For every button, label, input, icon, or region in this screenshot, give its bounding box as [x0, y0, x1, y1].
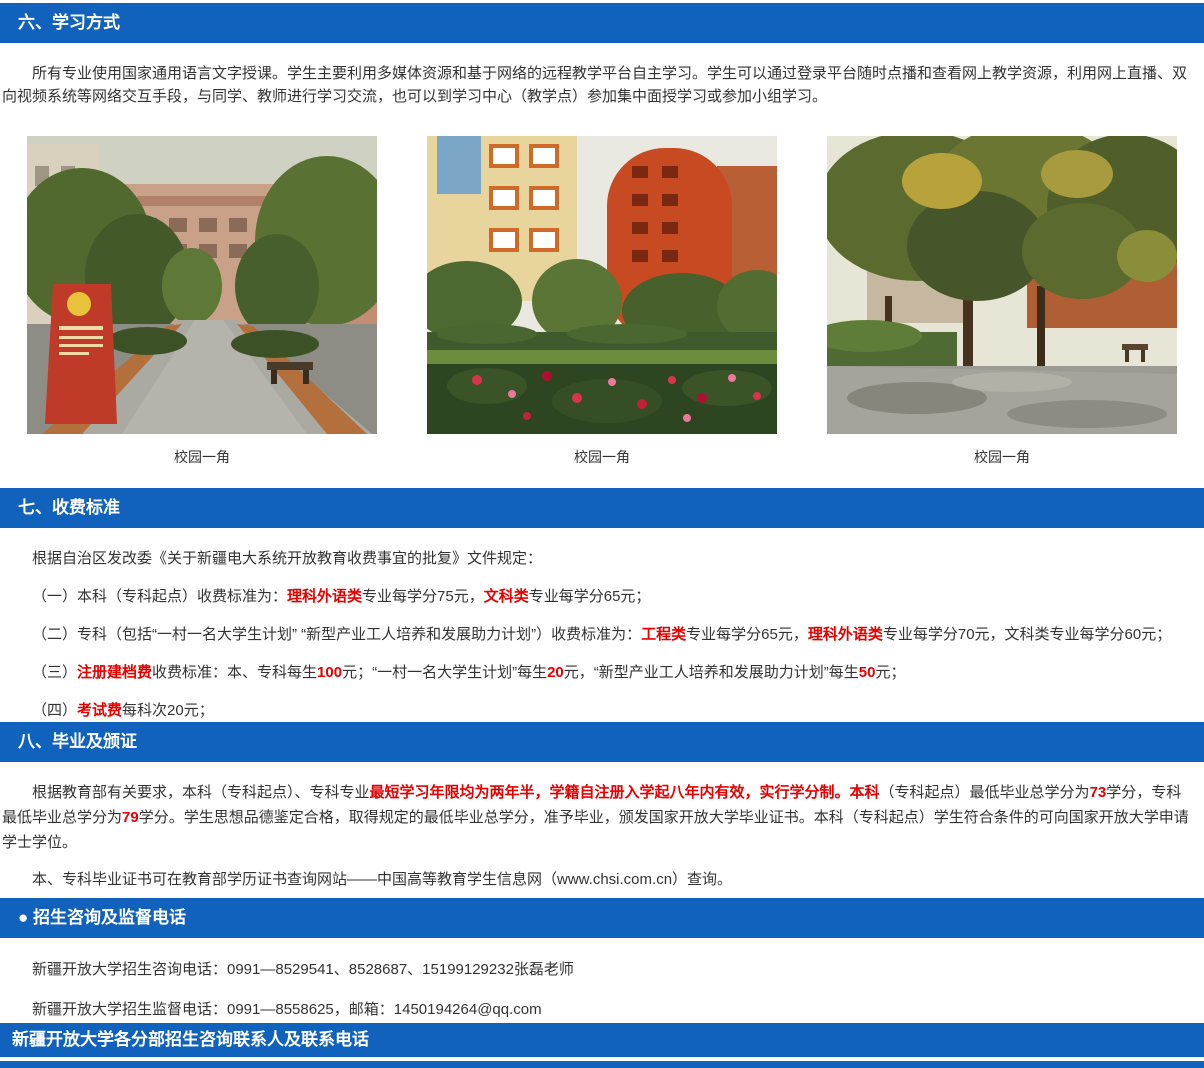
campus-photo-1 [27, 136, 377, 434]
section-header-fees: 七、收费标准 [0, 488, 1204, 528]
photo-caption-2: 校园一角 [427, 447, 777, 467]
table-header-strip [0, 1061, 1204, 1068]
campus-photo-figure-2: 校园一角 [427, 136, 777, 467]
campus-photo-gallery: 校园一角 [0, 136, 1204, 467]
photo-caption-3: 校园一角 [827, 447, 1177, 467]
diploma-lookup-paragraph: 本、专科毕业证书可在教育部学历证书查询网站——中国高等教育学生信息网（www.c… [0, 868, 1204, 891]
campus-photo-3 [827, 136, 1177, 434]
section-header-learning: 六、学习方式 [0, 3, 1204, 43]
fees-intro-paragraph: 根据自治区发改委《关于新疆电大系统开放教育收费事宜的批复》文件规定： [0, 547, 1204, 570]
fee-item-1: （一）本科（专科起点）收费标准为：理科外语类专业每学分75元，文科类专业每学分6… [0, 585, 1204, 608]
section-header-graduation: 八、毕业及颁证 [0, 722, 1204, 762]
campus-photo-figure-3: 校园一角 [827, 136, 1177, 467]
fee-item-2: （二）专科（包括“一村一名大学生计划” “新型产业工人培养和发展助力计划”）收费… [0, 623, 1204, 646]
learning-paragraph: 所有专业使用国家通用语言文字授课。学生主要利用多媒体资源和基于网络的远程教学平台… [0, 62, 1204, 108]
fee-item-3: （三）注册建档费收费标准：本、专科每生100元；“一村一名大学生计划”每生20元… [0, 661, 1204, 684]
section-header-branches: 新疆开放大学各分部招生咨询联系人及联系电话 [0, 1023, 1204, 1057]
supervision-phone-line: 新疆开放大学招生监督电话：0991—8558625，邮箱：1450194264@… [0, 998, 1204, 1021]
fee-item-4: （四）考试费每科次20元； [0, 699, 1204, 722]
campus-photo-2 [427, 136, 777, 434]
graduation-paragraph: 根据教育部有关要求，本科（专科起点）、专科专业最短学习年限均为两年半，学籍自注册… [0, 780, 1204, 855]
admissions-phone-line: 新疆开放大学招生咨询电话：0991—8529541、8528687、151991… [0, 958, 1204, 981]
photo-caption-1: 校园一角 [27, 447, 377, 467]
campus-photo-figure-1: 校园一角 [27, 136, 377, 467]
section-header-contact: ● 招生咨询及监督电话 [0, 898, 1204, 938]
